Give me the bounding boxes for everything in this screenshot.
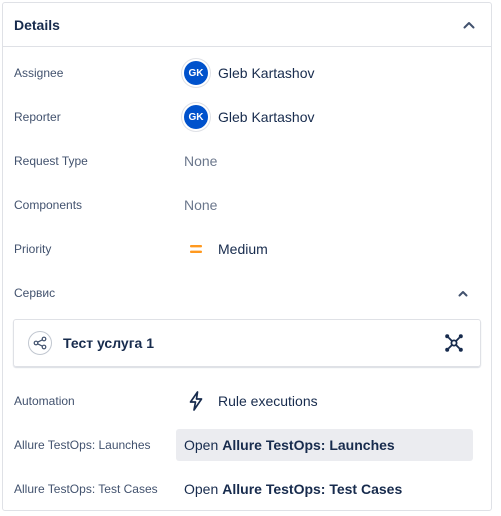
- share-icon: [28, 331, 52, 355]
- details-panel: Details Assignee GK Gleb Kartashov Repor…: [2, 2, 492, 511]
- assignee-value[interactable]: GK Gleb Kartashov: [184, 61, 315, 85]
- priority-value[interactable]: Medium: [184, 237, 268, 261]
- lightning-bolt-icon: [184, 389, 208, 413]
- priority-medium-icon: [184, 237, 208, 261]
- reporter-name: Gleb Kartashov: [218, 109, 315, 125]
- automation-text: Rule executions: [218, 393, 318, 409]
- automation-label: Automation: [14, 394, 75, 408]
- assignee-name: Gleb Kartashov: [218, 65, 315, 81]
- service-name: Тест услуга 1: [63, 335, 154, 351]
- test-cases-link-text: Allure TestOps: Test Cases: [222, 481, 403, 497]
- launches-link-text: Allure TestOps: Launches: [222, 437, 395, 453]
- avatar: GK: [184, 61, 208, 85]
- priority-row: Priority Medium: [3, 229, 491, 269]
- request-type-label: Request Type: [14, 154, 88, 168]
- avatar: GK: [184, 105, 208, 129]
- chevron-up-icon[interactable]: [461, 17, 477, 33]
- automation-value[interactable]: Rule executions: [184, 389, 318, 413]
- reporter-value[interactable]: GK Gleb Kartashov: [184, 105, 315, 129]
- components-label: Components: [14, 198, 83, 212]
- open-test-cases-link[interactable]: Open Allure TestOps: Test Cases: [176, 473, 473, 505]
- launches-label: Allure TestOps: Launches: [14, 438, 151, 452]
- test-cases-label: Allure TestOps: Test Cases: [14, 482, 158, 496]
- open-prefix: Open: [184, 437, 219, 453]
- reporter-row: Reporter GK Gleb Kartashov: [3, 97, 491, 137]
- open-launches-link[interactable]: Open Allure TestOps: Launches: [176, 429, 473, 461]
- test-cases-row: Allure TestOps: Test Cases Open Allure T…: [3, 469, 491, 509]
- priority-label: Priority: [14, 242, 52, 256]
- details-title: Details: [14, 16, 60, 33]
- details-header[interactable]: Details: [3, 3, 491, 47]
- network-graph-icon[interactable]: [442, 331, 466, 355]
- service-row: Сервис: [3, 273, 491, 313]
- service-label: Сервис: [14, 286, 56, 300]
- open-prefix: Open: [184, 481, 219, 497]
- request-type-row: Request Type None: [3, 141, 491, 181]
- components-value[interactable]: None: [184, 197, 217, 213]
- automation-row: Automation Rule executions: [3, 381, 491, 421]
- assignee-row: Assignee GK Gleb Kartashov: [3, 53, 491, 93]
- priority-name: Medium: [218, 241, 268, 257]
- reporter-label: Reporter: [14, 110, 61, 124]
- assignee-label: Assignee: [14, 66, 64, 80]
- request-type-value[interactable]: None: [184, 153, 217, 169]
- chevron-up-icon[interactable]: [455, 285, 471, 301]
- components-row: Components None: [3, 185, 491, 225]
- launches-row: Allure TestOps: Launches Open Allure Tes…: [3, 425, 491, 465]
- service-card[interactable]: Тест услуга 1: [13, 319, 481, 367]
